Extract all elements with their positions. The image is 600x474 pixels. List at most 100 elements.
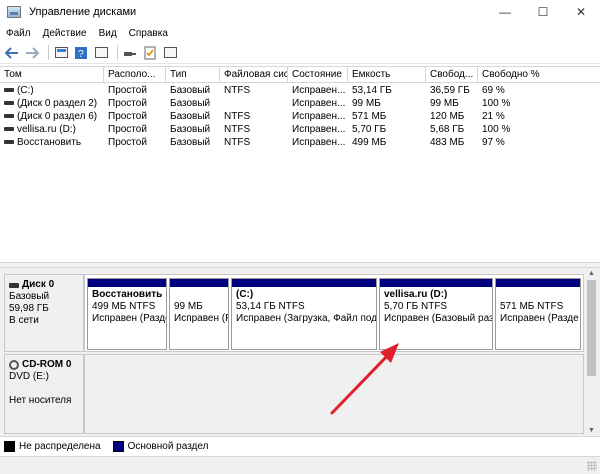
column-header-volume[interactable]: Том (0, 67, 104, 83)
hard-disk-icon (9, 282, 19, 288)
type-cell: Базовый (170, 98, 211, 109)
capacity-cell: 5,70 ГБ (352, 124, 387, 135)
menu-view[interactable]: Вид (93, 28, 123, 39)
legend: Не распределена Основной раздел (0, 436, 600, 456)
layout-cell: Простой (108, 124, 147, 135)
toolbar-separator (48, 45, 49, 60)
menu-file[interactable]: Файл (0, 28, 37, 39)
window-controls: — ☐ ✕ (486, 0, 600, 24)
partition-label: (C:) (236, 289, 254, 300)
partition-label (500, 289, 576, 301)
partition-c[interactable]: (C:) 53,14 ГБ NTFS Исправен (Загрузка, Ф… (231, 278, 377, 350)
volume-cell: (Диск 0 раздел 2) (0, 97, 104, 110)
menu-bar: Файл Действие Вид Справка (0, 24, 600, 42)
cdrom-0-label[interactable]: CD-ROM 0 DVD (E:) Нет носителя (4, 354, 84, 434)
capacity-cell: 99 МБ (352, 98, 381, 109)
filesystem-cell: NTFS (224, 137, 251, 148)
vertical-scrollbar[interactable]: ▲ ▼ (585, 268, 598, 436)
filesystem-cell (220, 97, 288, 110)
type-cell: Базовый (170, 124, 211, 135)
layout-cell: Простой (108, 98, 147, 109)
status-cell: Исправен... (292, 124, 346, 135)
settings-list-icon[interactable] (162, 45, 178, 61)
properties-check-icon[interactable] (142, 45, 158, 61)
disk-size (9, 383, 79, 395)
forward-arrow-icon[interactable] (24, 45, 40, 61)
partition-label: Восстановить (92, 289, 163, 300)
volume-name: (C:) (17, 85, 34, 96)
console-tree-icon[interactable] (53, 45, 69, 61)
partition-size: 5,70 ГБ NTFS (384, 301, 448, 312)
partition-d[interactable]: vellisa.ru (D:) 5,70 ГБ NTFS Исправен (Б… (379, 278, 493, 350)
partition-bar (232, 279, 376, 287)
svg-text:?: ? (78, 49, 84, 60)
resize-grip-icon[interactable] (587, 461, 597, 471)
column-header-capacity[interactable]: Емкость (348, 67, 426, 83)
partition-label (174, 289, 224, 301)
free-space-cell: 36,59 ГБ (430, 85, 470, 96)
table-row[interactable]: (Диск 0 раздел 2) Простой Базовый Исправ… (0, 97, 600, 110)
status-bar (0, 456, 600, 474)
partition-recovery[interactable]: Восстановить 499 МБ NTFS Исправен (Разде (87, 278, 167, 350)
back-arrow-icon[interactable] (4, 45, 20, 61)
column-header-layout[interactable]: Располо... (104, 67, 166, 83)
volume-cell: (Диск 0 раздел 6) (0, 110, 104, 123)
scroll-down-arrow-icon[interactable]: ▼ (585, 425, 598, 436)
percent-free-cell: 21 % (482, 111, 505, 122)
column-header-free-space[interactable]: Свобод... (426, 67, 478, 83)
list-view-icon[interactable] (93, 45, 109, 61)
disk-type: Базовый (9, 291, 50, 302)
layout-cell: Простой (108, 137, 147, 148)
percent-free-cell: 69 % (482, 85, 505, 96)
legend-unallocated: Не распределена (19, 441, 101, 452)
menu-help[interactable]: Справка (123, 28, 174, 39)
partition-bar (496, 279, 580, 287)
minimize-button[interactable]: — (486, 0, 524, 24)
column-header-percent-free[interactable]: Свободно % (478, 67, 600, 83)
partition-2[interactable]: 99 МБ Исправен (Р (169, 278, 229, 350)
scroll-thumb[interactable] (587, 280, 596, 376)
free-space-cell: 5,68 ГБ (430, 124, 465, 135)
cd-rom-icon (9, 360, 19, 370)
filesystem-cell: NTFS (224, 124, 251, 135)
partition-bar (170, 279, 228, 287)
status-cell: Исправен... (292, 111, 346, 122)
filesystem-cell: NTFS (224, 85, 251, 96)
layout-cell: Простой (108, 111, 147, 122)
menu-action[interactable]: Действие (37, 28, 93, 39)
window-title: Управление дисками (29, 6, 137, 18)
disk-type: DVD (E:) (9, 371, 49, 382)
volume-drive-icon (4, 88, 14, 93)
partition-6[interactable]: 571 МБ NTFS Исправен (Разде (495, 278, 581, 350)
table-row[interactable]: (C:) Простой Базовый NTFS Исправен... 53… (0, 84, 600, 97)
percent-free-cell: 97 % (482, 137, 505, 148)
type-cell: Базовый (170, 111, 211, 122)
volume-cell: Восстановить (0, 136, 104, 149)
free-space-cell: 483 МБ (430, 137, 465, 148)
maximize-button[interactable]: ☐ (524, 0, 562, 24)
close-button[interactable]: ✕ (562, 0, 600, 24)
scroll-up-arrow-icon[interactable]: ▲ (585, 268, 598, 279)
disk-name: Диск 0 (9, 279, 79, 291)
connect-icon[interactable] (122, 45, 138, 61)
partition-bar (380, 279, 492, 287)
partition-status: Исправен (Р (174, 313, 228, 324)
volume-drive-icon (4, 101, 14, 106)
disk-0-label[interactable]: Диск 0 Базовый 59,98 ГБ В сети (4, 274, 84, 352)
toolbar-separator (117, 45, 118, 60)
help-icon[interactable]: ? (73, 45, 89, 61)
status-cell: Исправен... (292, 98, 346, 109)
table-row[interactable]: (Диск 0 раздел 6) Простой Базовый NTFS И… (0, 110, 600, 123)
column-header-type[interactable]: Тип (166, 67, 220, 83)
partition-status: Исправен (Разде (92, 313, 166, 324)
partition-size: 53,14 ГБ NTFS (236, 301, 305, 312)
capacity-cell: 499 МБ (352, 137, 387, 148)
table-row[interactable]: vellisa.ru (D:) Простой Базовый NTFS Исп… (0, 123, 600, 136)
free-space-cell: 120 МБ (430, 111, 465, 122)
volume-cell: (C:) (0, 84, 104, 97)
disk-0-partitions: Восстановить 499 МБ NTFS Исправен (Разде… (84, 274, 584, 352)
column-header-filesystem[interactable]: Файловая система (220, 67, 288, 83)
disk-graphical-view: Диск 0 Базовый 59,98 ГБ В сети Восстанов… (0, 268, 600, 436)
table-row[interactable]: Восстановить Простой Базовый NTFS Исправ… (0, 136, 600, 149)
column-header-status[interactable]: Состояние (288, 67, 348, 83)
